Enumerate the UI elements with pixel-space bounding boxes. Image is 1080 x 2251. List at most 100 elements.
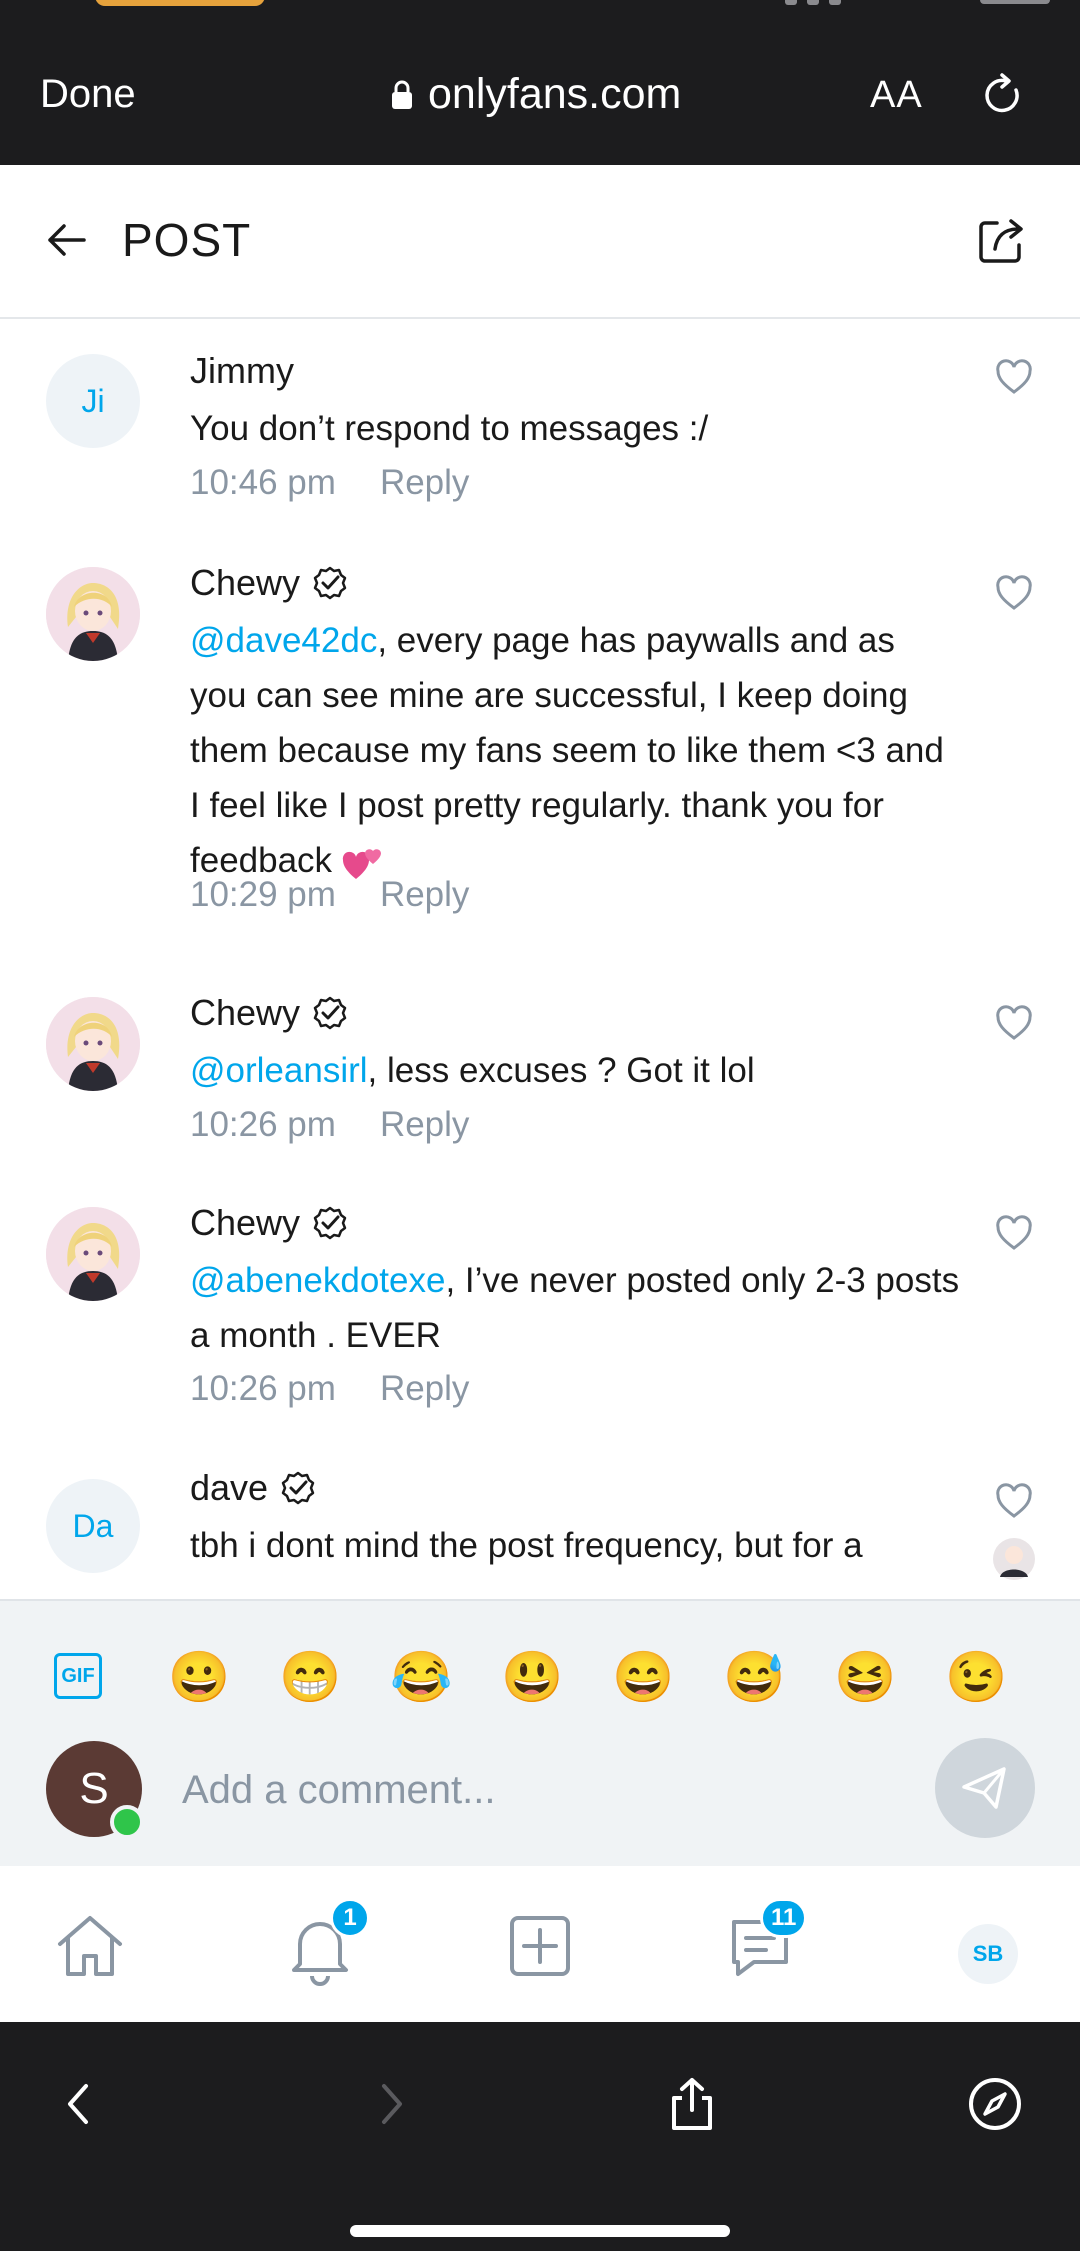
- comment-body: You don’t respond to messages :/: [190, 409, 709, 448]
- address-bar[interactable]: onlyfans.com: [390, 70, 681, 119]
- comment-meta: 10:26 pm Reply: [190, 1105, 469, 1145]
- home-indicator: [350, 2225, 730, 2237]
- text-size-button[interactable]: AA: [870, 74, 923, 117]
- status-bar-pill: [95, 0, 265, 6]
- share-icon[interactable]: [975, 213, 1029, 267]
- verified-badge-icon: [313, 566, 347, 600]
- comment-author[interactable]: Chewy: [190, 562, 348, 604]
- emoji-smiley-button[interactable]: 😃: [501, 1647, 563, 1707]
- back-arrow-icon[interactable]: [44, 218, 88, 262]
- messages-tab[interactable]: 11: [720, 1898, 840, 1996]
- comment-input[interactable]: [180, 1756, 904, 1824]
- avatar[interactable]: [46, 997, 140, 1091]
- comment-item: Chewy @dave42dc, every page has paywalls…: [0, 527, 1080, 957]
- verified-badge-icon: [313, 996, 347, 1030]
- emoji-laughing-button[interactable]: 😆: [834, 1647, 896, 1707]
- comment-text: @abenekdotexe, I’ve never posted only 2-…: [190, 1253, 960, 1363]
- like-heart-icon[interactable]: [995, 1483, 1033, 1519]
- comment-text: tbh i dont mind the post frequency, but …: [190, 1518, 960, 1573]
- emoji-joy-button[interactable]: 😂: [390, 1647, 452, 1707]
- reply-button[interactable]: Reply: [380, 463, 469, 502]
- comment-meta: 10:26 pm Reply: [190, 1369, 469, 1409]
- like-heart-icon[interactable]: [995, 575, 1033, 611]
- comment-composer: GIF 😀 😁 😂 😃 😄 😅 😆 😉 S: [0, 1599, 1080, 1870]
- done-button[interactable]: Done: [40, 72, 136, 117]
- reply-button[interactable]: Reply: [380, 1369, 469, 1408]
- comment-time: 10:46 pm: [190, 463, 336, 502]
- comment-author[interactable]: Jimmy: [190, 350, 294, 392]
- emoji-wink-button[interactable]: 😉: [945, 1647, 1007, 1707]
- emoji-sweat-smile-button[interactable]: 😅: [723, 1647, 785, 1707]
- comment-author[interactable]: Chewy: [190, 1202, 348, 1244]
- profile-avatar[interactable]: SB: [958, 1924, 1018, 1984]
- mention-link[interactable]: @orleansirl: [190, 1051, 368, 1090]
- url-text: onlyfans.com: [428, 70, 682, 118]
- notifications-badge: 1: [330, 1898, 370, 1938]
- comments-list: Ji Jimmy You don’t respond to messages :…: [0, 317, 1080, 1599]
- comment-body: tbh i dont mind the post frequency, but …: [190, 1526, 863, 1565]
- comment-time: 10:29 pm: [190, 875, 336, 914]
- avatar[interactable]: [46, 1207, 140, 1301]
- emoji-bar: GIF 😀 😁 😂 😃 😄 😅 😆 😉: [0, 1643, 1080, 1713]
- verified-badge-icon: [313, 1206, 347, 1240]
- avatar[interactable]: Ji: [46, 354, 140, 448]
- emoji-smile-button[interactable]: 😄: [612, 1647, 674, 1707]
- author-name: dave: [190, 1467, 269, 1508]
- send-icon: [962, 1767, 1006, 1809]
- comment-author[interactable]: dave: [190, 1467, 316, 1509]
- author-name: Chewy: [190, 562, 301, 603]
- emoji-beaming-button[interactable]: 😁: [279, 1647, 341, 1707]
- share-sheet-icon[interactable]: [662, 2074, 722, 2134]
- lock-icon: [392, 80, 412, 109]
- app-bottom-nav: 1 11 SB: [0, 1866, 1080, 2022]
- comment-item: Ji Jimmy You don’t respond to messages :…: [0, 317, 1080, 527]
- browser-top-bar: Done onlyfans.com AA: [0, 0, 1080, 165]
- author-name: Chewy: [190, 1202, 301, 1243]
- send-button[interactable]: [935, 1738, 1035, 1838]
- author-name: Jimmy: [190, 350, 294, 391]
- mention-link[interactable]: @dave42dc: [190, 621, 377, 660]
- comment-author[interactable]: Chewy: [190, 992, 348, 1034]
- comment-item: Chewy @orleansirl, less excuses ? Got it…: [0, 957, 1080, 1169]
- battery-icon: [980, 0, 1050, 4]
- comment-item: Chewy @abenekdotexe, I’ve never posted o…: [0, 1169, 1080, 1437]
- online-status-dot: [110, 1805, 144, 1839]
- page-title: POST: [122, 214, 252, 266]
- back-chevron-icon[interactable]: [50, 2074, 110, 2134]
- liked-by-creator-avatar: [993, 1538, 1035, 1580]
- browser-bottom-bar: [0, 2022, 1080, 2251]
- notifications-tab[interactable]: 1: [275, 1898, 385, 1996]
- add-post-icon[interactable]: [500, 1906, 580, 1986]
- reply-button[interactable]: Reply: [380, 1105, 469, 1144]
- comment-text: @orleansirl, less excuses ? Got it lol: [190, 1043, 960, 1098]
- comment-time: 10:26 pm: [190, 1369, 336, 1408]
- verified-badge-icon: [281, 1471, 315, 1505]
- reload-icon[interactable]: [980, 72, 1026, 118]
- gif-button[interactable]: GIF: [54, 1653, 102, 1699]
- home-icon[interactable]: [50, 1906, 130, 1986]
- status-bar-indicators: [785, 0, 955, 5]
- comment-text: You don’t respond to messages :/: [190, 401, 960, 456]
- comment-item: Da dave tbh i dont mind the post frequen…: [0, 1437, 1080, 1599]
- comment-meta: 10:46 pm Reply: [190, 463, 469, 503]
- messages-badge: 11: [760, 1898, 808, 1938]
- author-name: Chewy: [190, 992, 301, 1033]
- anime-avatar-image: [46, 1207, 140, 1301]
- like-heart-icon[interactable]: [995, 1215, 1033, 1251]
- compass-icon[interactable]: [965, 2074, 1025, 2134]
- comment-time: 10:26 pm: [190, 1105, 336, 1144]
- anime-avatar-image: [46, 997, 140, 1091]
- emoji-grinning-button[interactable]: 😀: [168, 1647, 230, 1707]
- comment-text: @dave42dc, every page has paywalls and a…: [190, 613, 960, 888]
- forward-chevron-icon[interactable]: [360, 2074, 420, 2134]
- comment-body: , less excuses ? Got it lol: [367, 1051, 755, 1090]
- like-heart-icon[interactable]: [995, 359, 1033, 395]
- avatar[interactable]: Da: [46, 1479, 140, 1573]
- post-header: POST: [0, 165, 1080, 319]
- like-heart-icon[interactable]: [995, 1005, 1033, 1041]
- reply-button[interactable]: Reply: [380, 875, 469, 914]
- mention-link[interactable]: @abenekdotexe: [190, 1261, 445, 1300]
- comment-meta: 10:29 pm Reply: [190, 875, 469, 915]
- avatar[interactable]: [46, 567, 140, 661]
- anime-avatar-image: [46, 567, 140, 661]
